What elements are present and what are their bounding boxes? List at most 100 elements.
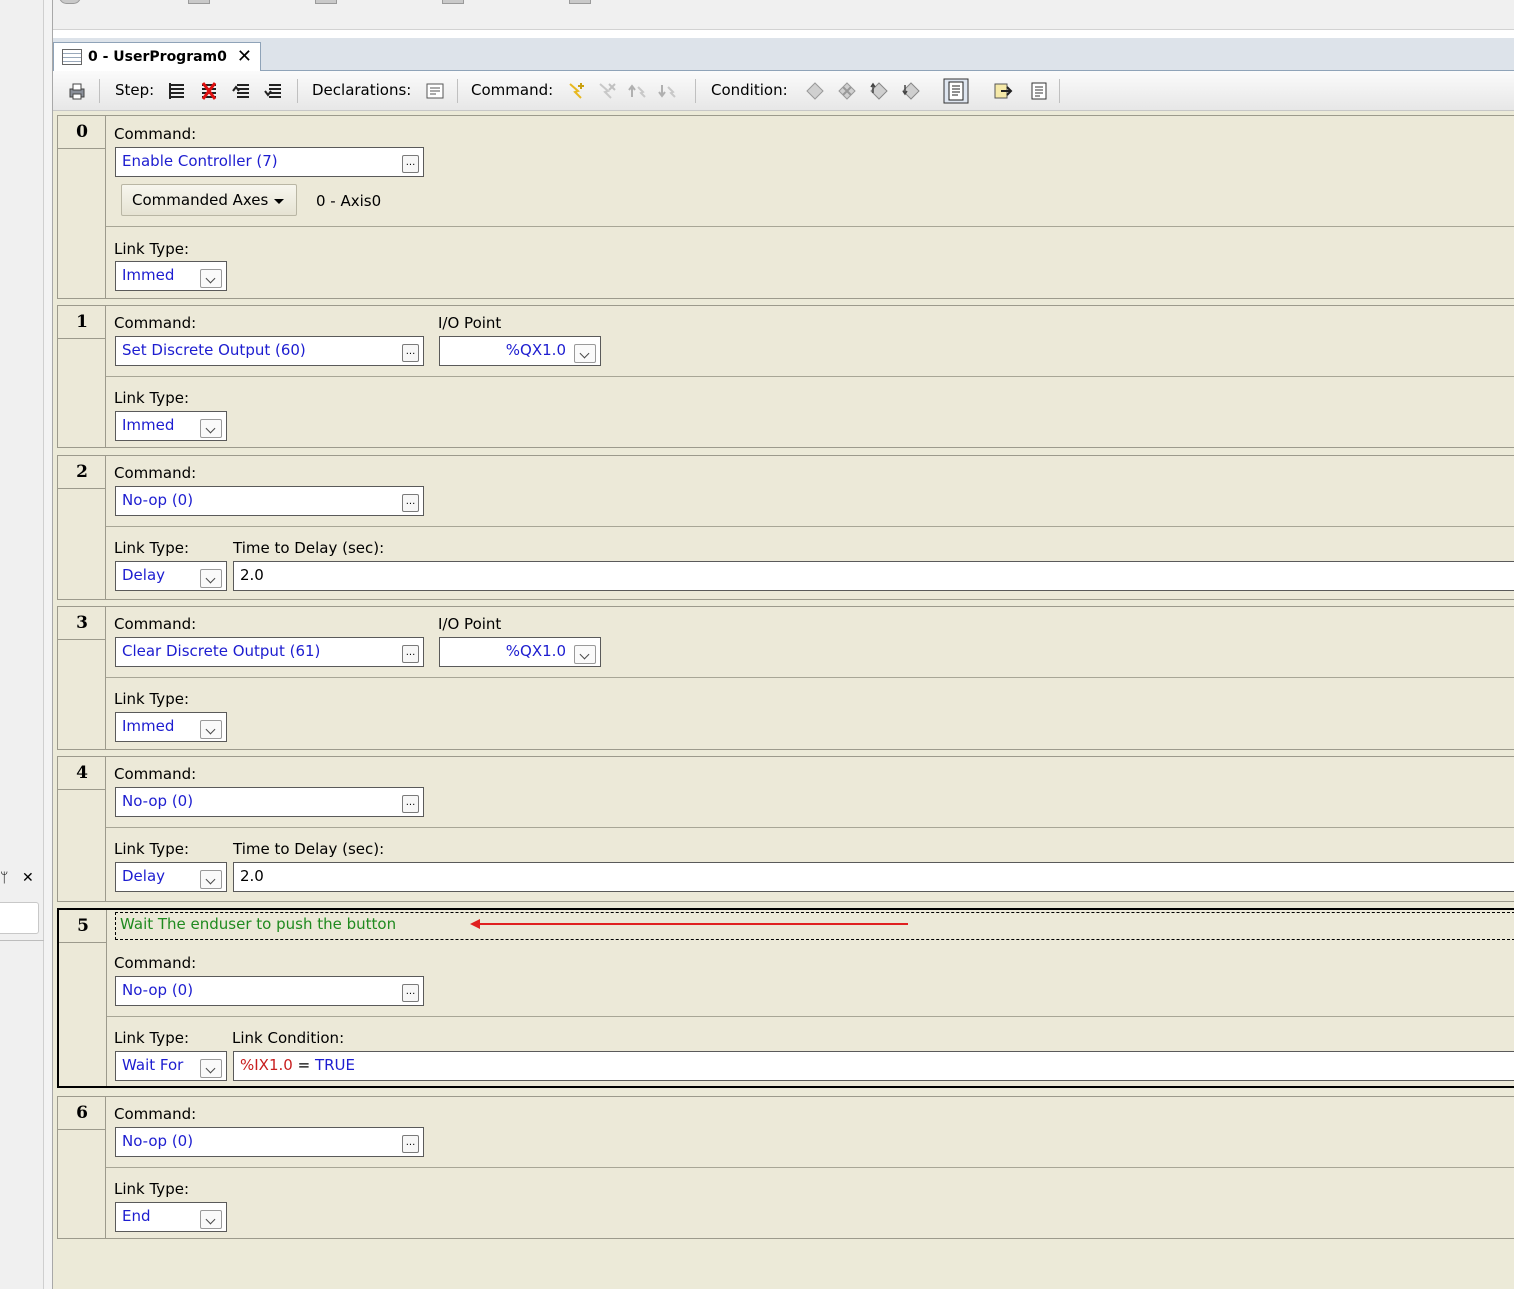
command-up-icon[interactable] — [627, 81, 647, 101]
link-type-select[interactable]: Wait For — [115, 1051, 227, 1081]
command-field[interactable]: No-op (0) ... — [115, 1127, 424, 1157]
dock-panel-field[interactable] — [0, 902, 39, 934]
delete-command-icon[interactable] — [597, 81, 617, 101]
document-view-icon[interactable] — [943, 78, 969, 104]
document-tab-bar: 0 - UserProgram0 ✕ — [53, 38, 1514, 72]
command-field[interactable]: Clear Discrete Output (61) ... — [115, 637, 424, 667]
chevron-down-icon[interactable] — [200, 419, 222, 438]
link-type-value: Delay — [122, 867, 166, 885]
step-row[interactable]: 3 Command: I/O Point Clear Discrete Outp… — [57, 606, 1514, 750]
condition-up-icon[interactable] — [869, 81, 889, 101]
step-row[interactable]: 2 Command: No-op (0) ... Link Type: Time… — [57, 455, 1514, 600]
move-step-up-icon[interactable] — [231, 81, 251, 101]
command-label: Command: — [114, 615, 197, 633]
link-type-value: Delay — [122, 566, 166, 584]
browse-command-button[interactable]: ... — [402, 795, 419, 813]
section-divider — [106, 677, 1514, 678]
link-type-select[interactable]: Immed — [115, 261, 227, 291]
delete-condition-icon[interactable] — [837, 81, 857, 101]
link-type-select[interactable]: Immed — [115, 411, 227, 441]
print-icon[interactable] — [67, 81, 87, 101]
add-condition-icon[interactable] — [805, 81, 825, 101]
declarations-icon[interactable] — [425, 81, 445, 101]
browse-command-button[interactable]: ... — [402, 494, 419, 512]
command-field[interactable]: Set Discrete Output (60) ... — [115, 336, 424, 366]
browse-command-button[interactable]: ... — [402, 344, 419, 362]
browse-command-button[interactable]: ... — [402, 155, 419, 173]
command-value: Clear Discrete Output (61) — [122, 642, 321, 660]
link-condition-input[interactable]: %IX1.0 = TRUE — [233, 1051, 1514, 1081]
step-row[interactable]: 1 Command: I/O Point Set Discrete Output… — [57, 305, 1514, 448]
condition-down-icon[interactable] — [901, 81, 921, 101]
close-panel-icon[interactable]: ✕ — [22, 870, 34, 886]
chevron-down-icon[interactable] — [200, 569, 222, 588]
chevron-down-icon[interactable] — [574, 344, 596, 363]
commanded-axes-label: Commanded Axes — [132, 191, 269, 209]
tab-user-program[interactable]: 0 - UserProgram0 ✕ — [53, 42, 261, 72]
link-type-select[interactable]: End — [115, 1202, 227, 1232]
chevron-down-icon[interactable] — [574, 645, 596, 664]
step-row[interactable]: 6 Command: No-op (0) ... Link Type: End — [57, 1096, 1514, 1239]
toolbar-fragment-icon — [188, 0, 210, 4]
link-type-label: Link Type: — [114, 690, 189, 708]
section-divider — [106, 827, 1514, 828]
step-number-cell: 4 — [58, 757, 106, 901]
link-type-select[interactable]: Immed — [115, 712, 227, 742]
insert-step-icon[interactable] — [167, 81, 187, 101]
io-point-select[interactable]: %QX1.0 — [439, 637, 601, 667]
top-toolbar-strip — [53, 0, 1514, 30]
program-properties-icon[interactable] — [1029, 81, 1049, 101]
jump-to-step-icon[interactable] — [993, 81, 1013, 101]
close-tab-icon[interactable]: ✕ — [237, 43, 252, 71]
command-value: No-op (0) — [122, 792, 194, 810]
chevron-down-icon[interactable] — [200, 1210, 222, 1229]
declarations-label: Declarations: — [312, 81, 412, 99]
browse-command-button[interactable]: ... — [402, 984, 419, 1002]
time-to-delay-value: 2.0 — [240, 566, 264, 584]
command-field[interactable]: No-op (0) ... — [115, 976, 424, 1006]
link-type-select[interactable]: Delay — [115, 862, 227, 892]
step-number: 0 — [76, 122, 88, 142]
command-down-icon[interactable] — [657, 81, 677, 101]
time-to-delay-input[interactable]: 2.0 — [233, 862, 1514, 892]
commanded-axes-value: 0 - Axis0 — [316, 192, 382, 210]
command-field[interactable]: No-op (0) ... — [115, 486, 424, 516]
command-value: No-op (0) — [122, 1132, 194, 1150]
program-toolbar: Step: Declarations: Command: Condition: — [53, 71, 1514, 111]
tab-title: 0 - UserProgram0 — [88, 49, 227, 65]
delete-step-icon[interactable] — [199, 81, 219, 101]
chevron-down-icon[interactable] — [200, 1059, 222, 1078]
commanded-axes-dropdown[interactable]: Commanded Axes — [121, 184, 297, 216]
step-row[interactable]: 0 Command: Enable Controller (7) ... Com… — [57, 115, 1514, 299]
step-number-cell: 1 — [58, 306, 106, 447]
command-field[interactable]: Enable Controller (7) ... — [115, 147, 424, 177]
dock-panel-controls: ᛘ ✕ — [0, 870, 44, 890]
chevron-down-icon[interactable] — [200, 870, 222, 889]
condition-operator: = — [297, 1056, 311, 1074]
step-row[interactable]: 4 Command: No-op (0) ... Link Type: Time… — [57, 756, 1514, 902]
chevron-down-icon[interactable] — [200, 269, 222, 288]
chevron-down-icon[interactable] — [200, 720, 222, 739]
step-number: 1 — [76, 312, 88, 332]
add-command-icon[interactable] — [567, 81, 587, 101]
time-to-delay-input[interactable]: 2.0 — [233, 561, 1514, 591]
io-point-label: I/O Point — [438, 314, 502, 332]
pin-icon[interactable]: ᛘ — [0, 870, 8, 886]
command-value: No-op (0) — [122, 491, 194, 509]
step-number: 6 — [76, 1103, 88, 1123]
toolbar-separator — [695, 79, 696, 103]
link-type-select[interactable]: Delay — [115, 561, 227, 591]
command-field[interactable]: No-op (0) ... — [115, 787, 424, 817]
link-type-value: End — [122, 1207, 151, 1225]
browse-command-button[interactable]: ... — [402, 645, 419, 663]
splitter[interactable] — [44, 0, 53, 1289]
move-step-down-icon[interactable] — [263, 81, 283, 101]
browse-command-button[interactable]: ... — [402, 1135, 419, 1153]
step-comment-field[interactable]: Wait The enduser to push the button — [115, 912, 1514, 940]
link-type-label: Link Type: — [114, 389, 189, 407]
io-point-select[interactable]: %QX1.0 — [439, 336, 601, 366]
section-divider — [106, 376, 1514, 377]
command-label: Command: — [114, 1105, 197, 1123]
step-row-selected[interactable]: 5 Wait The enduser to push the button Co… — [57, 908, 1514, 1088]
command-value: Enable Controller (7) — [122, 152, 278, 170]
